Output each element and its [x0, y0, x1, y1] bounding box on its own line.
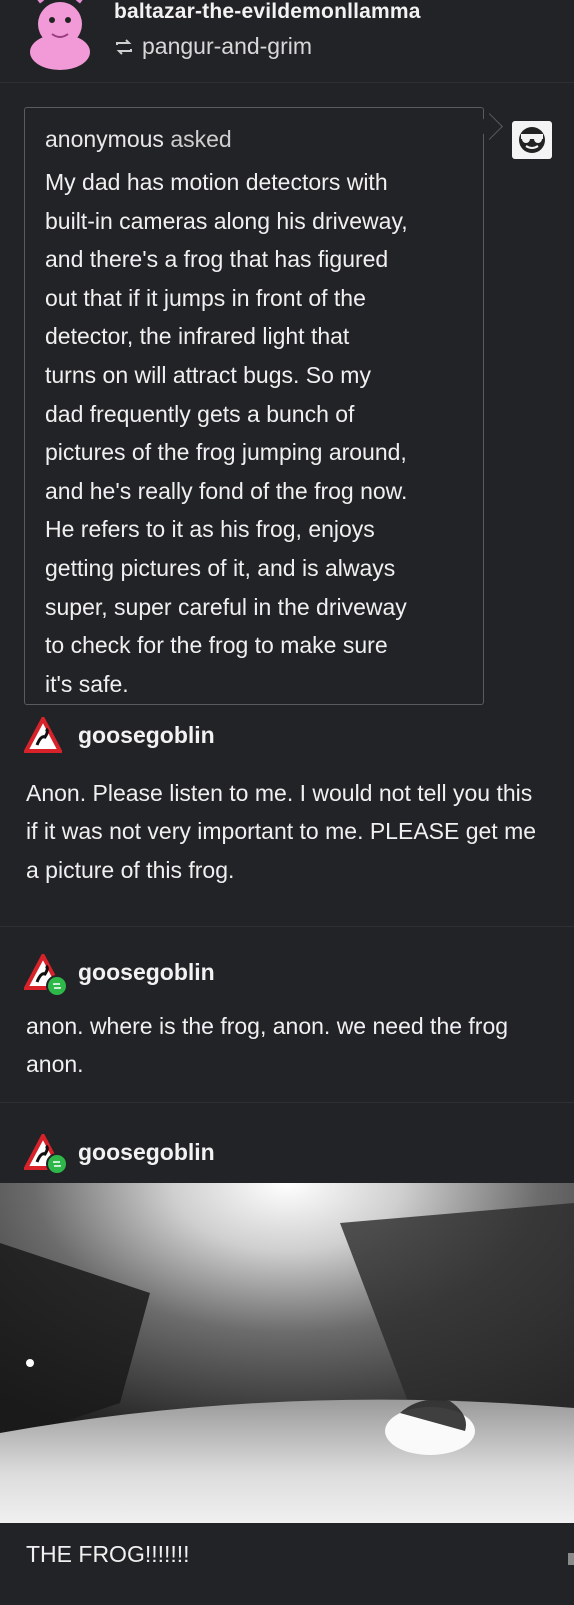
asked-label: asked [170, 126, 232, 152]
reply-username[interactable]: goosegoblin [78, 722, 215, 749]
photo-caption: THE FROG!!!!!!! [0, 1523, 574, 1585]
frog-photo[interactable] [0, 1183, 574, 1523]
reply-header: goosegoblin [0, 1121, 574, 1183]
asker-line: anonymous asked [45, 126, 463, 153]
reblog-icon [116, 38, 132, 55]
reply-3: goosegoblin THE FROG!!!!!!! [0, 1102, 574, 1585]
reply-header: goosegoblin [0, 945, 574, 999]
reblog-source: pangur-and-grim [114, 33, 312, 60]
post-header: baltazar-the-evildemonllamma pangur-and-… [0, 0, 574, 83]
reblog-badge-icon [46, 1153, 68, 1175]
ask-text: My dad has motion detectors with built-i… [45, 169, 408, 697]
reply-header: goosegoblin [0, 708, 574, 762]
scrollbar-thumb[interactable] [568, 1553, 574, 1565]
reply-text: Anon. Please listen to me. I would not t… [26, 780, 537, 883]
llama-avatar[interactable] [22, 0, 98, 70]
reply-text: anon. where is the frog, anon. we need t… [26, 1013, 509, 1078]
ask-bubble: anonymous asked My dad has motion detect… [24, 107, 484, 705]
reply-username[interactable]: goosegoblin [78, 1139, 215, 1166]
reblogged-from-name[interactable]: pangur-and-grim [142, 33, 312, 60]
blog-name[interactable]: baltazar-the-evildemonllamma [114, 0, 421, 24]
goose-warning-sign-icon[interactable] [24, 717, 62, 753]
ask-section: anonymous asked My dad has motion detect… [0, 83, 574, 708]
sunglasses-face-icon [512, 121, 552, 159]
reply-2: goosegoblin anon. where is the frog, ano… [0, 926, 574, 1102]
frog-photo-scene [0, 1183, 574, 1523]
asker-name: anonymous [45, 126, 164, 152]
photo-caption-text: THE FROG!!!!!!! [26, 1540, 190, 1567]
reblog-badge-icon [46, 975, 68, 997]
reply-username[interactable]: goosegoblin [78, 959, 215, 986]
reply-1: goosegoblin Anon. Please listen to me. I… [0, 708, 574, 926]
